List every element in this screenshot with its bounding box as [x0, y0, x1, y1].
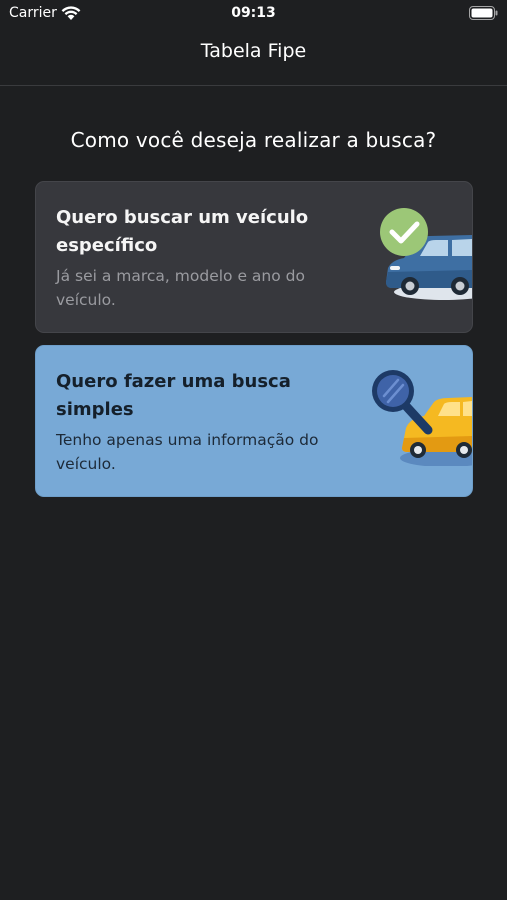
specific-search-option-card[interactable]: Quero buscar um veículo específico Já se…	[35, 181, 473, 333]
page-title: Tabela Fipe	[200, 40, 307, 62]
option-title: Quero fazer uma busca simples	[56, 371, 291, 420]
blue-car-checkmark-icon	[380, 208, 472, 300]
app-screen: Carrier 09:13 Tabela Fipe Como você dese…	[0, 0, 507, 900]
simple-search-option-card[interactable]: Quero fazer uma busca simples Tenho apen…	[35, 345, 473, 497]
option-title: Quero buscar um veículo específico	[56, 207, 309, 256]
yellow-car-magnifier-icon	[372, 370, 472, 466]
status-bar: Carrier 09:13	[0, 0, 507, 28]
battery-icon	[469, 6, 498, 20]
status-time: 09:13	[231, 5, 276, 21]
search-question: Como você deseja realizar a busca?	[70, 128, 437, 152]
navigation-bar: Tabela Fipe	[0, 28, 507, 86]
option-description: Já sei a marca, modelo e ano do veículo.	[56, 267, 305, 309]
option-description: Tenho apenas uma informação do veículo.	[56, 431, 319, 473]
